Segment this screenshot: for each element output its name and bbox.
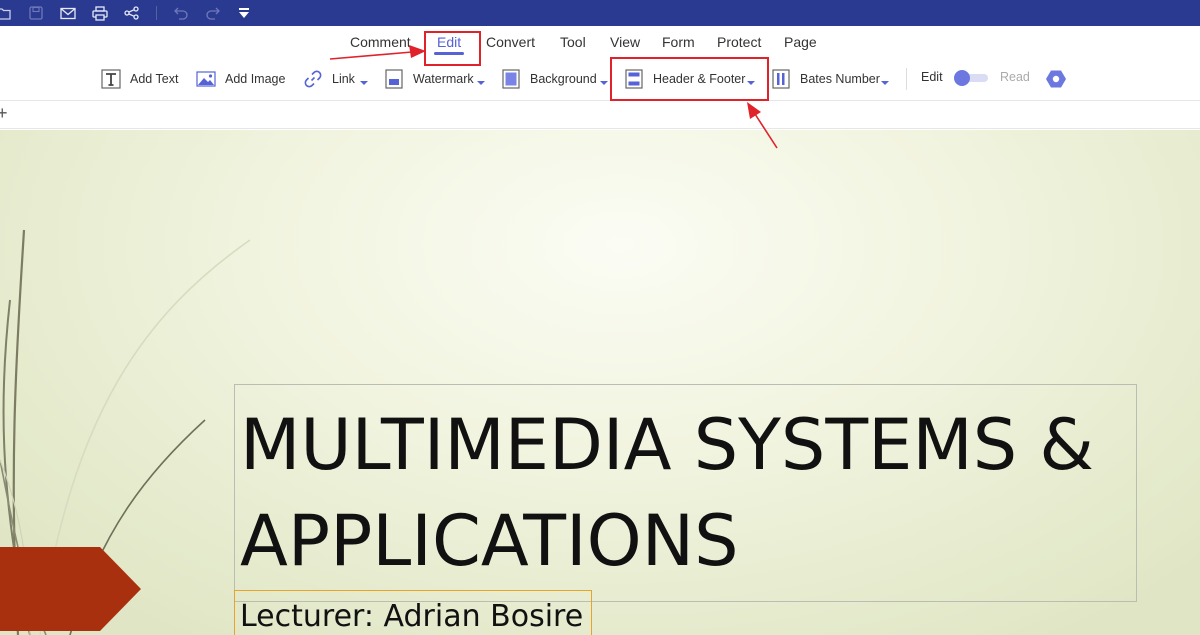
undo-icon[interactable]: [171, 3, 191, 23]
edit-read-toggle[interactable]: [954, 70, 988, 86]
edit-toolbar: Add Text Add Image Link Watermark Backgr…: [0, 60, 1200, 100]
slide-title-line-2: APPLICATIONS: [240, 500, 739, 582]
bates-number-label: Bates Number: [800, 72, 880, 86]
slide-title-line-1: MULTIMEDIA SYSTEMS &: [240, 404, 1094, 486]
link-dropdown-icon[interactable]: [360, 81, 368, 85]
slide-title: MULTIMEDIA SYSTEMS & APPLICATIONS: [240, 397, 1094, 589]
link-label: Link: [332, 72, 355, 86]
watermark-dropdown-icon[interactable]: [477, 81, 485, 85]
toggle-knob: [954, 70, 970, 86]
add-tab-button[interactable]: +: [0, 103, 8, 123]
watermark-label: Watermark: [413, 72, 474, 86]
bates-number-dropdown-icon[interactable]: [881, 81, 889, 85]
settings-hex-icon[interactable]: [1045, 68, 1067, 90]
menu-page[interactable]: Page: [784, 34, 817, 50]
bates-number-icon: [770, 68, 792, 90]
link-icon: [302, 68, 324, 90]
mail-icon[interactable]: [58, 3, 78, 23]
menu-form[interactable]: Form: [662, 34, 695, 50]
document-page: MULTIMEDIA SYSTEMS & APPLICATIONS Lectur…: [0, 130, 1200, 635]
add-text-button[interactable]: Add Text: [100, 67, 178, 91]
title-accent-shape: [0, 547, 141, 631]
background-dropdown-icon[interactable]: [600, 81, 608, 85]
background-icon: [500, 68, 522, 90]
lecturer-name: Lecturer: Adrian Bosire: [240, 599, 584, 634]
title-bar: [0, 0, 1200, 26]
menu-view[interactable]: View: [610, 34, 640, 50]
menu-bar: Comment Edit Convert Tool View Form Prot…: [0, 26, 1200, 60]
menu-tool[interactable]: Tool: [560, 34, 586, 50]
add-image-label: Add Image: [225, 72, 286, 86]
menu-convert[interactable]: Convert: [486, 34, 535, 50]
titlebar-separator: [156, 6, 157, 20]
bates-number-button[interactable]: Bates Number: [770, 67, 880, 91]
mode-edit-label[interactable]: Edit: [921, 70, 943, 84]
document-tab-strip: +: [0, 100, 1200, 129]
edit-menu-highlight: [424, 31, 481, 66]
mode-read-label[interactable]: Read: [1000, 70, 1030, 84]
print-icon[interactable]: [90, 3, 110, 23]
redo-icon[interactable]: [203, 3, 223, 23]
background-button[interactable]: Background: [500, 67, 597, 91]
add-text-icon: [100, 68, 122, 90]
header-footer-highlight: [610, 57, 769, 101]
menu-comment[interactable]: Comment: [350, 34, 411, 50]
save-icon[interactable]: [26, 3, 46, 23]
add-image-button[interactable]: Add Image: [195, 67, 285, 91]
share-icon[interactable]: [122, 3, 142, 23]
link-button[interactable]: Link: [302, 67, 355, 91]
open-icon[interactable]: [0, 3, 14, 23]
watermark-button[interactable]: Watermark: [383, 67, 474, 91]
add-image-icon: [195, 68, 217, 90]
watermark-icon: [383, 68, 405, 90]
quick-access-dropdown-icon[interactable]: [234, 3, 254, 23]
toolbar-divider: [906, 68, 907, 90]
background-label: Background: [530, 72, 597, 86]
add-text-label: Add Text: [130, 72, 179, 86]
menu-protect[interactable]: Protect: [717, 34, 761, 50]
